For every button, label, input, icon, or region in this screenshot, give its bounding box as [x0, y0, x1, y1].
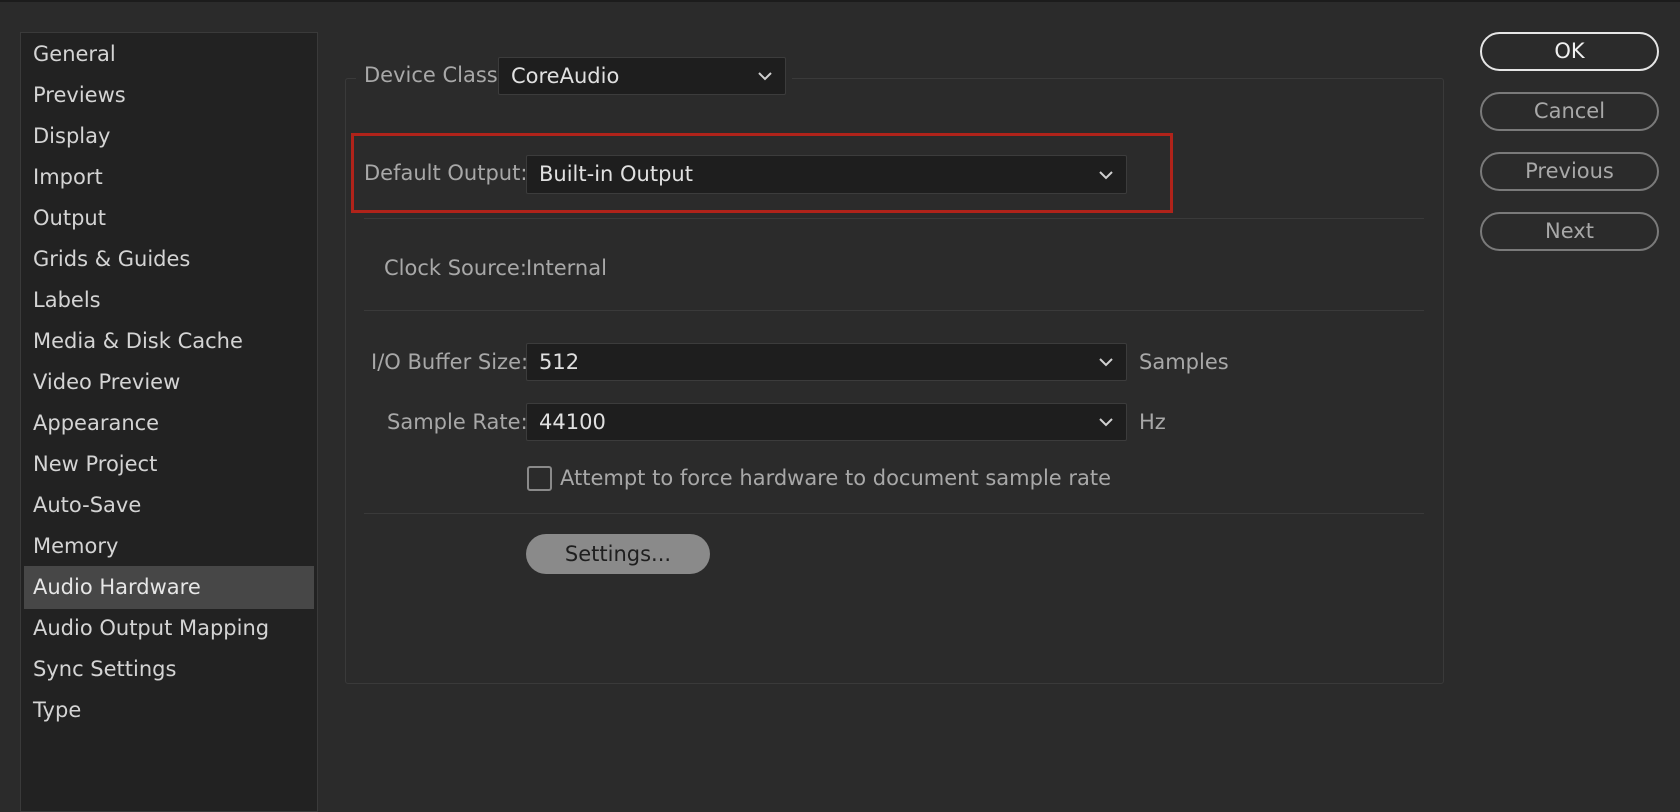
force-sample-rate-checkbox[interactable] — [527, 466, 552, 491]
next-button[interactable]: Next — [1480, 212, 1659, 251]
sidebar-item-general[interactable]: General — [24, 33, 314, 76]
clock-source-value: Internal — [526, 256, 607, 280]
sidebar-item-audio-output-mapping[interactable]: Audio Output Mapping — [24, 607, 314, 650]
cancel-button[interactable]: Cancel — [1480, 92, 1659, 131]
sample-rate-dropdown[interactable]: 44100 — [526, 403, 1127, 441]
previous-button[interactable]: Previous — [1480, 152, 1659, 191]
sidebar-item-labels[interactable]: Labels — [24, 279, 314, 322]
sidebar-item-display[interactable]: Display — [24, 115, 314, 158]
io-buffer-label: I/O Buffer Size: — [371, 350, 529, 374]
sidebar-item-new-project[interactable]: New Project — [24, 443, 314, 486]
window-top-edge — [0, 0, 1680, 2]
chevron-down-icon — [1099, 358, 1113, 367]
sidebar-item-previews[interactable]: Previews — [24, 74, 314, 117]
divider — [364, 310, 1424, 311]
sidebar-item-video-preview[interactable]: Video Preview — [24, 361, 314, 404]
sidebar-item-type[interactable]: Type — [24, 689, 314, 732]
device-class-dropdown[interactable]: CoreAudio — [498, 57, 786, 95]
sample-rate-unit: Hz — [1139, 410, 1166, 434]
io-buffer-unit: Samples — [1139, 350, 1229, 374]
clock-source-label: Clock Source: — [384, 256, 527, 280]
divider — [364, 218, 1424, 219]
ok-button[interactable]: OK — [1480, 32, 1659, 71]
sample-rate-label: Sample Rate: — [387, 410, 528, 434]
default-output-label: Default Output: — [364, 161, 528, 185]
sidebar-item-media-disk-cache[interactable]: Media & Disk Cache — [24, 320, 314, 363]
sidebar-item-auto-save[interactable]: Auto-Save — [24, 484, 314, 527]
sidebar-item-memory[interactable]: Memory — [24, 525, 314, 568]
sidebar-item-output[interactable]: Output — [24, 197, 314, 240]
sidebar-item-sync-settings[interactable]: Sync Settings — [24, 648, 314, 691]
default-output-value: Built-in Output — [539, 162, 693, 186]
preferences-sidebar: General Previews Display Import Output G… — [20, 32, 318, 812]
sample-rate-value: 44100 — [539, 410, 606, 434]
sidebar-item-audio-hardware[interactable]: Audio Hardware — [24, 566, 314, 609]
chevron-down-icon — [1099, 170, 1113, 179]
io-buffer-value: 512 — [539, 350, 580, 374]
chevron-down-icon — [758, 72, 772, 81]
default-output-dropdown[interactable]: Built-in Output — [526, 155, 1127, 194]
device-class-label: Device Class: — [364, 63, 505, 87]
sidebar-item-grids-guides[interactable]: Grids & Guides — [24, 238, 314, 281]
sidebar-item-import[interactable]: Import — [24, 156, 314, 199]
divider — [364, 513, 1424, 514]
chevron-down-icon — [1099, 418, 1113, 427]
io-buffer-dropdown[interactable]: 512 — [526, 343, 1127, 381]
sidebar-item-appearance[interactable]: Appearance — [24, 402, 314, 445]
device-class-value: CoreAudio — [511, 64, 620, 88]
settings-button[interactable]: Settings... — [526, 534, 710, 574]
force-sample-rate-label[interactable]: Attempt to force hardware to document sa… — [560, 466, 1111, 490]
